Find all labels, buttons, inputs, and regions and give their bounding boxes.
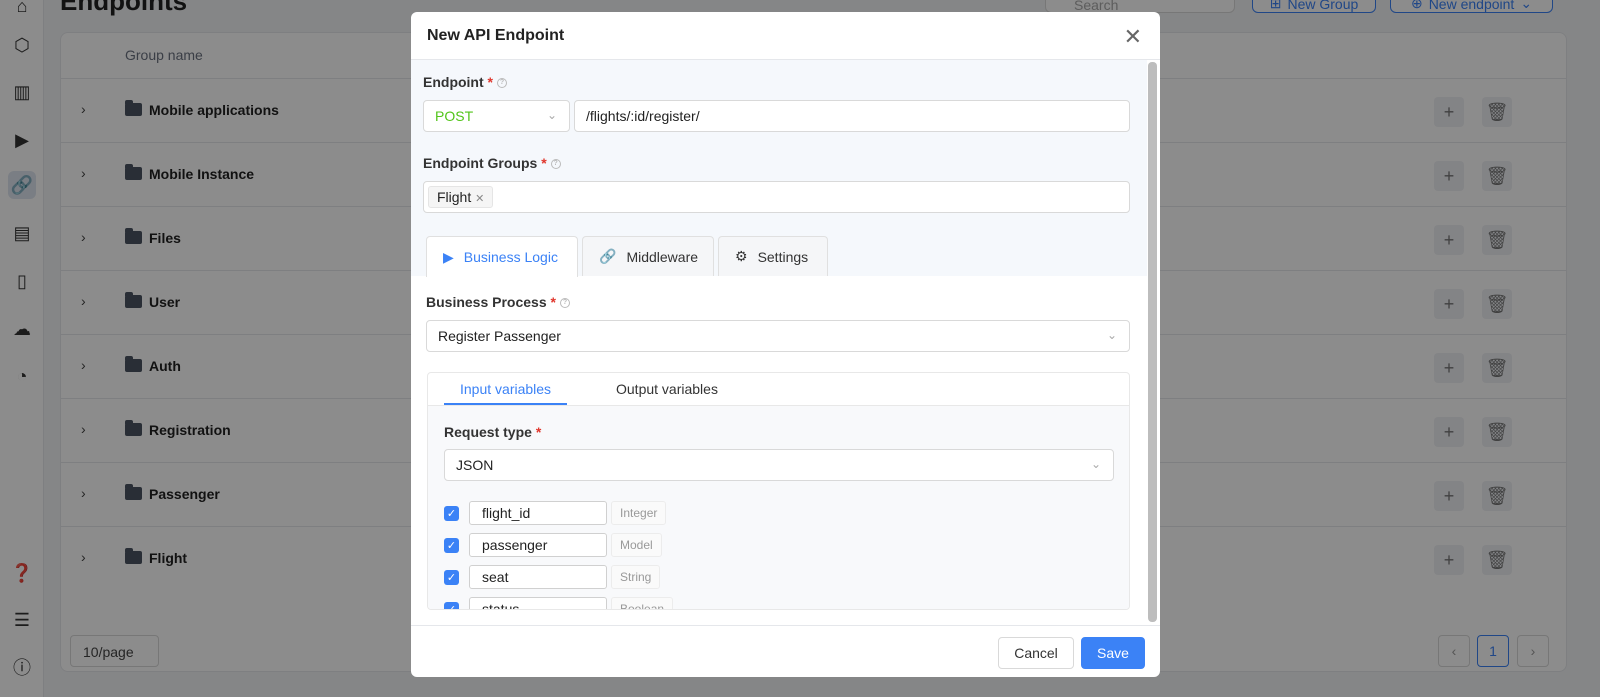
variable-checkbox[interactable]: ✓ — [444, 537, 459, 553]
variable-checkbox[interactable]: ✓ — [444, 601, 459, 609]
help-icon: ? — [497, 78, 507, 89]
help-icon: ? — [559, 298, 570, 309]
groups-select[interactable]: Flight ✕ — [423, 181, 1130, 213]
group-tag: Flight ✕ — [428, 186, 494, 208]
remove-tag-icon[interactable]: ✕ — [475, 193, 484, 205]
close-icon[interactable]: ✕ — [1124, 24, 1142, 50]
gear-icon: ⚙ — [735, 248, 748, 264]
play-icon: ▶ — [443, 248, 454, 265]
variable-name-input[interactable]: passenger — [469, 533, 607, 557]
variable-checkbox[interactable]: ✓ — [444, 569, 459, 585]
help-icon: ? — [550, 159, 561, 170]
request-type-select[interactable]: JSON ⌄ — [444, 449, 1114, 481]
variable-row: ✓ passenger Model — [444, 533, 662, 557]
variable-type: Model — [611, 533, 662, 557]
modal-header: New API Endpoint ✕ — [411, 12, 1160, 60]
tab-business-logic[interactable]: ▶ Business Logic — [426, 236, 578, 277]
variables-panel: Input variables Output variables Request… — [427, 372, 1130, 610]
request-type-label: Request type * — [444, 424, 542, 440]
modal-title: New API Endpoint — [427, 27, 565, 44]
groups-label: Endpoint Groups *? — [423, 155, 561, 171]
variable-type: Boolean — [611, 597, 674, 609]
process-label: Business Process *? — [426, 294, 570, 310]
variable-name-input[interactable]: status — [469, 597, 607, 609]
chevron-down-icon: ⌄ — [546, 108, 557, 122]
tab-output-variables[interactable]: Output variables — [600, 373, 734, 405]
save-button[interactable]: Save — [1081, 637, 1145, 669]
modal-scrollbar[interactable] — [1148, 62, 1157, 622]
new-endpoint-modal: New API Endpoint ✕ Endpoint *? POST ⌄ /fl… — [411, 12, 1160, 677]
cancel-button[interactable]: Cancel — [998, 637, 1074, 669]
endpoint-label: Endpoint *? — [423, 74, 507, 90]
variable-type: String — [611, 565, 661, 589]
variable-name-input[interactable]: flight_id — [469, 501, 607, 525]
modal-footer: Cancel Save — [411, 625, 1160, 677]
link-icon: 🔗 — [599, 248, 617, 264]
variable-row: ✓ seat String — [444, 565, 661, 589]
chevron-down-icon: ⌄ — [1090, 457, 1101, 471]
tab-input-variables[interactable]: Input variables — [444, 373, 568, 405]
chevron-down-icon: ⌄ — [1106, 328, 1117, 342]
variable-checkbox[interactable]: ✓ — [444, 505, 459, 521]
tab-middleware[interactable]: 🔗 Middleware — [582, 236, 714, 276]
process-select[interactable]: Register Passenger ⌄ — [426, 320, 1130, 352]
path-input[interactable]: /flights/:id/register/ — [574, 100, 1130, 132]
input-variables-body: Request type * JSON ⌄ ✓ flight_id Integer ✓ p… — [428, 405, 1129, 609]
variable-type: Integer — [611, 501, 667, 525]
variable-row: ✓ status Boolean — [444, 597, 674, 609]
variable-row: ✓ flight_id Integer — [444, 501, 667, 525]
variable-name-input[interactable]: seat — [469, 565, 607, 589]
tab-settings[interactable]: ⚙ Settings — [718, 236, 828, 276]
method-select[interactable]: POST ⌄ — [423, 100, 570, 132]
